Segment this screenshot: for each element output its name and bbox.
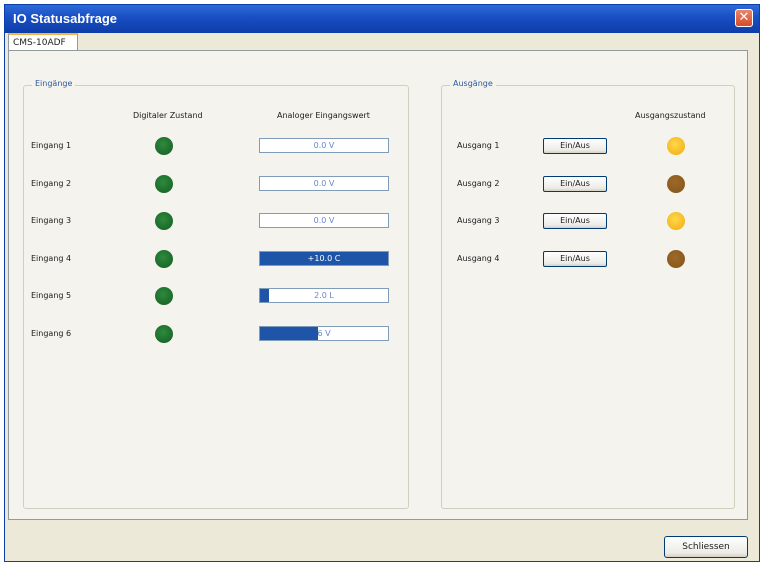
digital-state-led	[155, 175, 173, 193]
analog-value-bar: 2.0 L	[259, 288, 389, 303]
digital-state-led	[155, 287, 173, 305]
digital-state-led	[155, 250, 173, 268]
output-state-led	[667, 137, 685, 155]
toggle-output-button[interactable]: Ein/Aus	[543, 251, 607, 267]
tab-cms-10adf[interactable]: CMS-10ADF	[8, 33, 78, 51]
analog-value-header: Analoger Eingangswert	[277, 111, 370, 120]
digital-state-led	[155, 137, 173, 155]
close-icon[interactable]: ✕	[735, 9, 753, 27]
input-label: Eingang 6	[31, 329, 72, 338]
title-bar[interactable]: IO Statusabfrage ✕	[5, 5, 759, 33]
analog-value-text: 0.0 V	[313, 216, 335, 225]
analog-value-text: 6 V	[317, 329, 331, 338]
inputs-group-title: Eingänge	[32, 79, 76, 88]
output-state-led	[667, 250, 685, 268]
analog-value-bar: 0.0 V	[259, 176, 389, 191]
input-label: Eingang 4	[31, 254, 72, 263]
analog-value-text: 0.0 V	[313, 179, 335, 188]
output-state-led	[667, 175, 685, 193]
close-button[interactable]: Schliessen	[664, 536, 748, 558]
output-label: Ausgang 1	[457, 141, 500, 150]
digital-state-header: Digitaler Zustand	[133, 111, 203, 120]
toggle-output-button[interactable]: Ein/Aus	[543, 138, 607, 154]
analog-value-bar: 0.0 V	[259, 213, 389, 228]
input-label: Eingang 1	[31, 141, 72, 150]
input-label: Eingang 3	[31, 216, 72, 225]
window-title: IO Statusabfrage	[13, 11, 118, 26]
input-label: Eingang 2	[31, 179, 72, 188]
tab-panel: Eingänge Digitaler Zustand Analoger Eing…	[8, 50, 748, 520]
analog-value-text: 0.0 V	[313, 141, 335, 150]
output-label: Ausgang 4	[457, 254, 500, 263]
digital-state-led	[155, 325, 173, 343]
output-state-header: Ausgangszustand	[635, 111, 706, 120]
outputs-group-title: Ausgänge	[450, 79, 496, 88]
analog-value-bar: 0.0 V	[259, 138, 389, 153]
analog-value-text: 2.0 L	[314, 291, 334, 300]
output-label: Ausgang 2	[457, 179, 500, 188]
output-label: Ausgang 3	[457, 216, 500, 225]
analog-value-text: +10.0 C	[307, 254, 341, 263]
output-state-led	[667, 212, 685, 230]
analog-value-bar: 6 V	[259, 326, 389, 341]
toggle-output-button[interactable]: Ein/Aus	[543, 213, 607, 229]
toggle-output-button[interactable]: Ein/Aus	[543, 176, 607, 192]
digital-state-led	[155, 212, 173, 230]
analog-value-bar: +10.0 C	[259, 251, 389, 266]
input-label: Eingang 5	[31, 291, 72, 300]
